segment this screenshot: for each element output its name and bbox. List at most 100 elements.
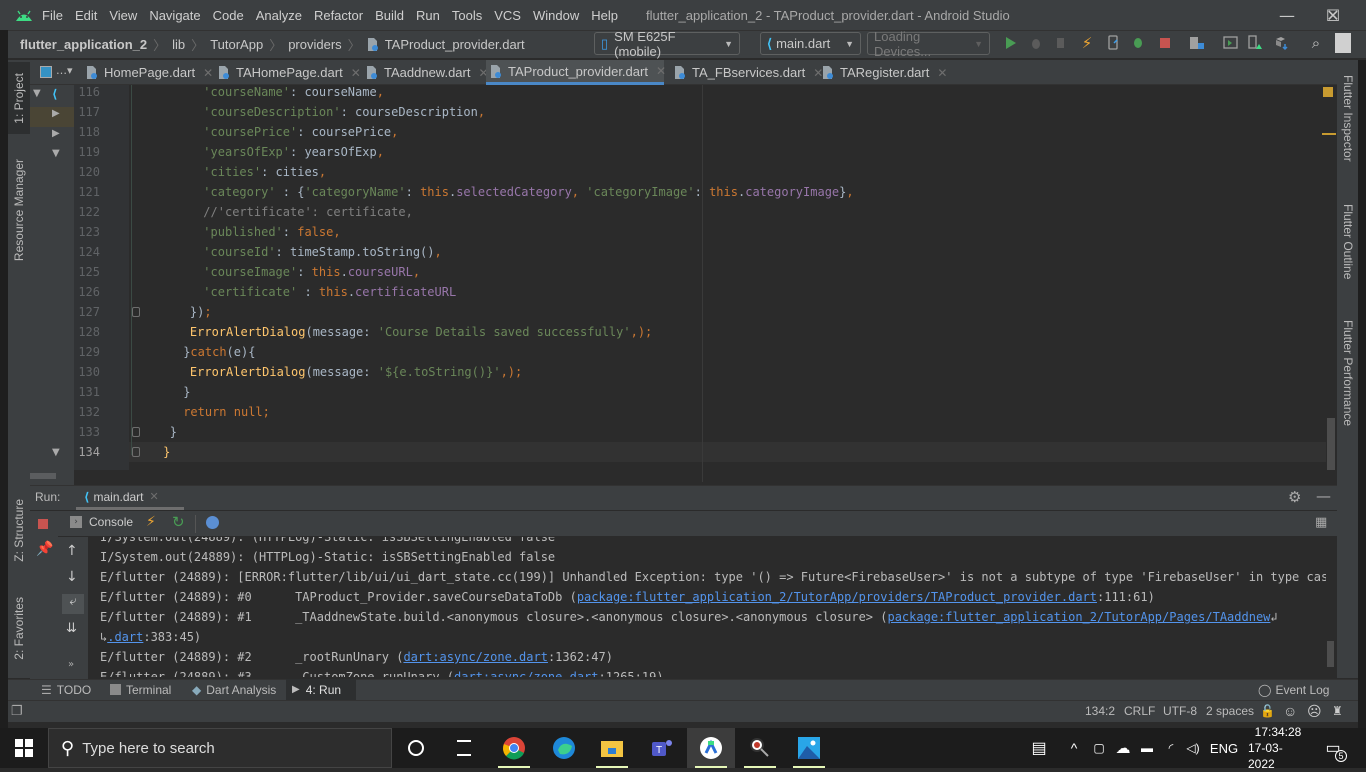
menu-file[interactable]: File xyxy=(42,8,63,23)
run-config-selector[interactable]: ⟨ main.dart ▼ xyxy=(760,32,861,55)
soft-wrap-icon[interactable]: ⤶ xyxy=(62,594,84,614)
breadcrumb-tutorapp[interactable]: TutorApp xyxy=(210,37,263,52)
hide-panel-icon[interactable]: — xyxy=(1316,487,1331,505)
console-link[interactable]: package:flutter_application_2/TutorApp/P… xyxy=(887,610,1270,624)
feedback-sad-icon[interactable]: ☹ xyxy=(1307,700,1322,722)
close-tab-icon[interactable]: ✕ xyxy=(937,66,947,80)
menu-build[interactable]: Build xyxy=(375,8,404,23)
android-studio-icon[interactable] xyxy=(687,728,735,768)
line-number[interactable]: 123 xyxy=(74,222,100,242)
menu-help[interactable]: Help xyxy=(591,8,618,23)
tool-window-resource-manager[interactable]: Resource Manager xyxy=(8,150,30,270)
menu-code[interactable]: Code xyxy=(213,8,244,23)
console-link[interactable]: package:flutter_application_2/TutorApp/p… xyxy=(577,590,1097,604)
profile-icon[interactable] xyxy=(1052,34,1070,52)
breadcrumb-project[interactable]: flutter_application_2 xyxy=(20,37,147,52)
stop-icon[interactable] xyxy=(1156,34,1174,52)
editor-vertical-scrollbar[interactable] xyxy=(1326,85,1337,470)
console-link[interactable]: .dart xyxy=(107,630,143,644)
line-number[interactable]: 117 xyxy=(74,102,100,122)
hot-reload-icon[interactable]: ⚡ xyxy=(146,514,156,530)
close-button[interactable]: ✕ xyxy=(1310,0,1356,30)
wifi-icon[interactable]: ◜ xyxy=(1162,728,1180,768)
tab-taregister[interactable]: TARegister.dart ✕ xyxy=(818,60,947,85)
tree-expand-icon[interactable]: ▼ xyxy=(52,148,60,159)
teams-icon[interactable]: T xyxy=(638,728,686,768)
tab-list-icon[interactable] xyxy=(40,66,52,78)
tree-expand-icon[interactable]: ▼ xyxy=(33,88,41,99)
tree-expand-icon[interactable]: ▼ xyxy=(52,447,60,458)
line-number[interactable]: 128 xyxy=(74,322,100,342)
bottom-tab-run[interactable]: ▶ 4: Run xyxy=(286,679,356,700)
fold-marker-icon[interactable] xyxy=(132,447,140,457)
line-number[interactable]: 124 xyxy=(74,242,100,262)
menu-analyze[interactable]: Analyze xyxy=(256,8,302,23)
project-panel-hscroll[interactable] xyxy=(30,473,56,479)
toggle-tool-windows-icon[interactable]: ❐ xyxy=(11,700,23,722)
close-tab-icon[interactable]: ✕ xyxy=(656,64,666,78)
menu-edit[interactable]: Edit xyxy=(75,8,97,23)
bottom-tab-dart-analysis[interactable]: ◆ Dart Analysis xyxy=(186,679,282,700)
console-scroll-thumb[interactable] xyxy=(1327,641,1334,667)
indent-setting[interactable]: 2 spaces xyxy=(1206,700,1254,722)
tool-window-flutter-performance[interactable]: Flutter Performance xyxy=(1337,314,1359,432)
language-indicator[interactable]: ENG xyxy=(1208,728,1240,768)
tool-window-favorites[interactable]: 2: Favorites xyxy=(8,590,30,666)
menu-vcs[interactable]: VCS xyxy=(494,8,521,23)
menu-navigate[interactable]: Navigate xyxy=(149,8,200,23)
tab-homepage[interactable]: HomePage.dart ✕ xyxy=(82,60,213,85)
console-link[interactable]: dart:async/zone.dart xyxy=(403,650,548,664)
scroll-down-icon[interactable]: ↓ xyxy=(66,569,78,585)
menu-tools[interactable]: Tools xyxy=(452,8,482,23)
tab-ta-fbservices[interactable]: TA_FBservices.dart ✕ xyxy=(670,60,823,85)
tool-window-flutter-outline[interactable]: Flutter Outline xyxy=(1337,196,1359,288)
line-number[interactable]: 131 xyxy=(74,382,100,402)
minimize-button[interactable]: — xyxy=(1264,0,1310,30)
start-button[interactable] xyxy=(0,728,48,768)
line-number[interactable]: 121 xyxy=(74,182,100,202)
target-devices-selector[interactable]: Loading Devices... ▼ xyxy=(867,29,990,59)
event-log-button[interactable]: ◯ Event Log xyxy=(1252,679,1335,700)
feedback-happy-icon[interactable]: ☺ xyxy=(1283,700,1297,722)
settings-gear-icon[interactable]: ⚙ xyxy=(1288,488,1301,506)
layout-options-icon[interactable]: ▦ xyxy=(1315,515,1327,530)
editor-scroll-thumb[interactable] xyxy=(1327,418,1335,470)
line-number[interactable]: 130 xyxy=(74,362,100,382)
devtools-icon[interactable] xyxy=(206,516,219,529)
scroll-to-end-icon[interactable]: ⇊ xyxy=(66,621,77,636)
user-avatar-icon[interactable] xyxy=(1335,33,1351,53)
bottom-tab-todo[interactable]: ☰ TODO xyxy=(35,679,97,700)
tab-overflow-icon[interactable]: …▾ xyxy=(56,64,73,77)
camera-icon[interactable]: ▢ xyxy=(1091,728,1107,768)
action-center-button[interactable]: ▭ 5 xyxy=(1318,728,1348,768)
tree-collapse-icon[interactable]: ▶ xyxy=(52,108,60,119)
breadcrumb-file[interactable]: TAProduct_provider.dart xyxy=(385,37,525,52)
scroll-up-icon[interactable]: ↑ xyxy=(66,543,78,559)
hot-reload-icon[interactable]: ⚡ xyxy=(1078,34,1096,52)
tab-taproduct-provider[interactable]: TAProduct_provider.dart ✕ xyxy=(486,60,666,85)
close-tab-icon[interactable]: ✕ xyxy=(203,66,213,80)
line-number[interactable]: 127 xyxy=(74,302,100,322)
device-selector[interactable]: ▯ SM E625F (mobile) ▼ xyxy=(594,29,740,59)
line-number[interactable]: 134 xyxy=(74,442,100,462)
avd-manager-icon[interactable] xyxy=(1222,34,1240,52)
close-tab-icon[interactable]: ✕ xyxy=(351,66,361,80)
project-structure-icon[interactable] xyxy=(1188,34,1206,52)
menu-view[interactable]: View xyxy=(109,8,137,23)
inspection-warning-marker[interactable] xyxy=(1323,87,1333,97)
line-number[interactable]: 118 xyxy=(74,122,100,142)
tool-window-flutter-inspector[interactable]: Flutter Inspector xyxy=(1337,68,1359,168)
stop-icon[interactable] xyxy=(38,519,48,529)
inspector-hat-icon[interactable]: ♜ xyxy=(1332,700,1343,722)
line-number[interactable]: 122 xyxy=(74,202,100,222)
line-separator[interactable]: CRLF xyxy=(1124,700,1155,722)
layout-inspector-icon[interactable] xyxy=(1272,34,1290,52)
menu-window[interactable]: Window xyxy=(533,8,579,23)
onedrive-icon[interactable]: ☁ xyxy=(1114,728,1132,768)
attach-debugger-icon[interactable] xyxy=(1104,34,1122,52)
battery-icon[interactable]: ▬ xyxy=(1138,728,1156,768)
chrome-icon[interactable] xyxy=(490,728,538,768)
tool-window-project[interactable]: 1: Project xyxy=(8,62,30,134)
line-number[interactable]: 129 xyxy=(74,342,100,362)
search-everywhere-icon[interactable]: ⌕ xyxy=(1307,34,1325,52)
